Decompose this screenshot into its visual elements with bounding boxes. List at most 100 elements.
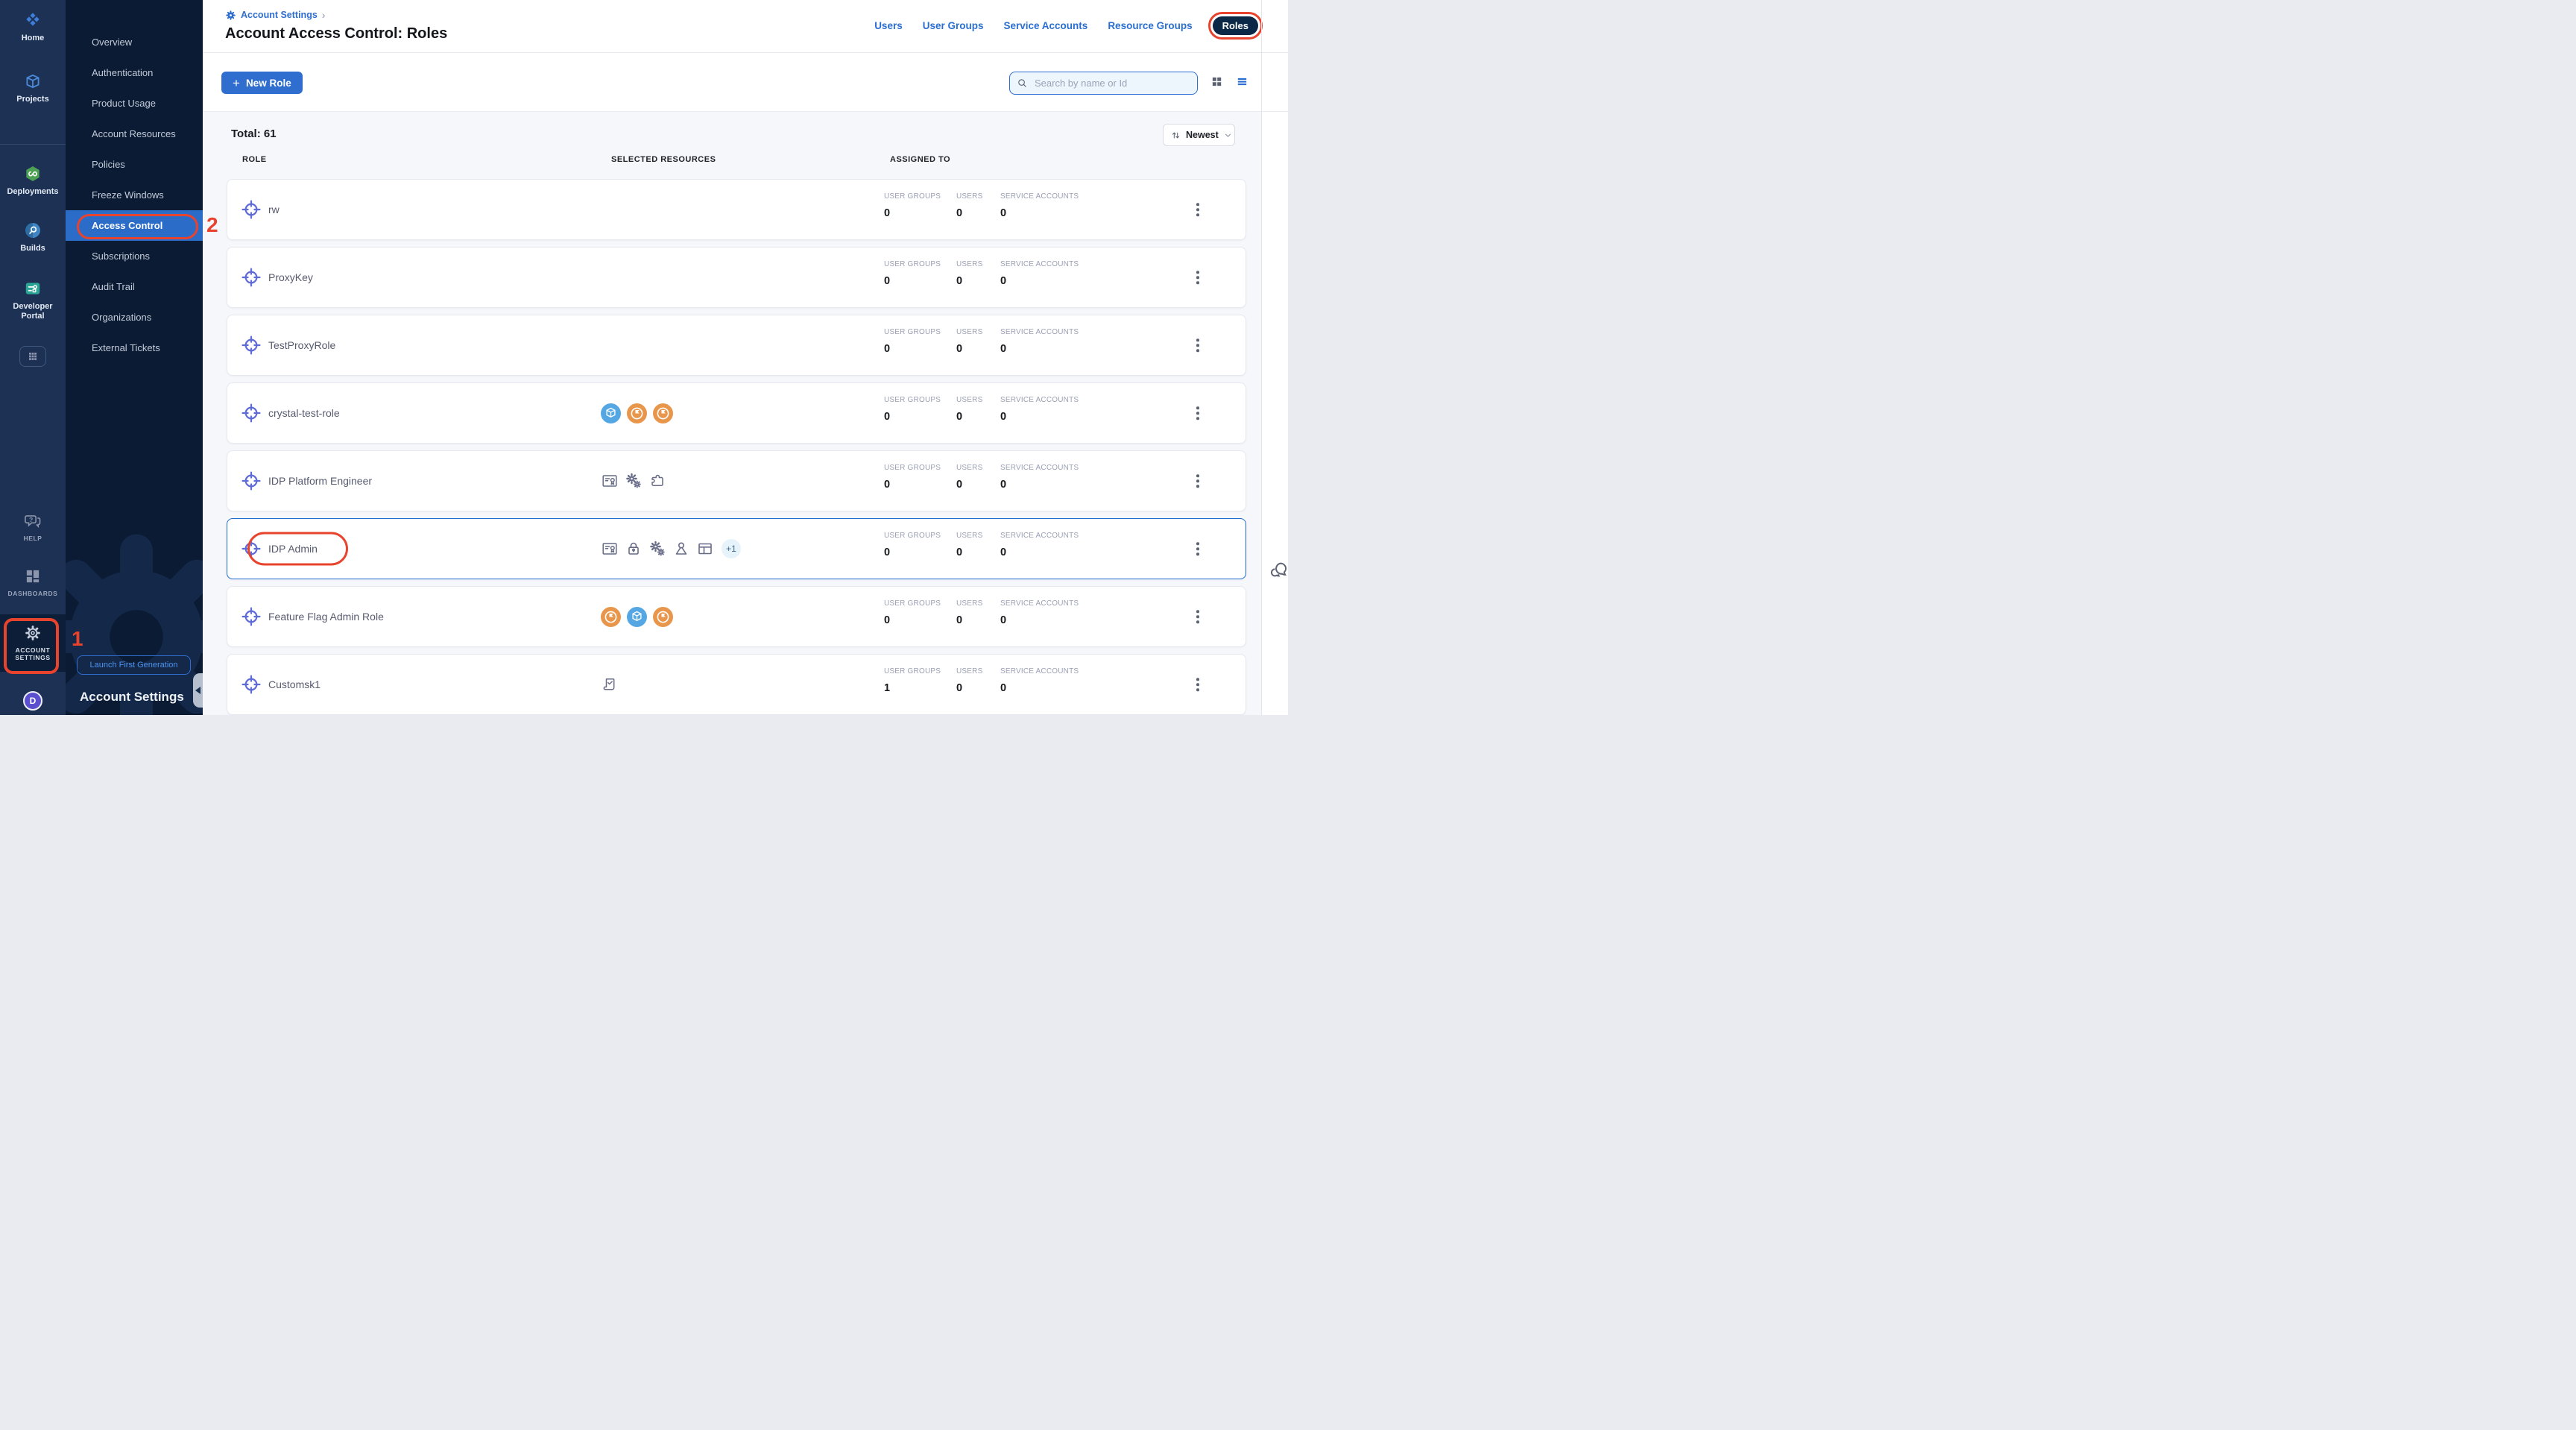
view-toggles <box>1210 75 1248 88</box>
launch-first-generation-button[interactable]: Launch First Generation <box>77 655 191 675</box>
assigned-count: 0 <box>1000 411 1079 423</box>
role-name-cell[interactable]: Customsk1 <box>241 655 321 714</box>
role-row-idp-platform-engineer[interactable]: IDP Platform Engineer USER GROUPS 0 USER… <box>227 450 1246 511</box>
role-name-cell[interactable]: ProxyKey <box>241 248 313 307</box>
row-menu-button[interactable] <box>1193 471 1202 491</box>
role-name-cell[interactable]: crystal-test-role <box>241 383 340 443</box>
toolbar: + New Role <box>203 53 1288 112</box>
total-count: Total: 61 <box>231 127 277 140</box>
column-header-selected-resources: SELECTED RESOURCES <box>611 155 716 164</box>
module-grid-button[interactable] <box>19 346 46 367</box>
new-role-label: New Role <box>246 78 291 89</box>
tab-roles-active[interactable]: Roles <box>1213 16 1258 35</box>
role-row-rw[interactable]: rw USER GROUPS 0 USERS 0 SERVICE ACCOUNT… <box>227 179 1246 240</box>
assigned-count: 0 <box>956 275 982 287</box>
row-menu-button[interactable] <box>1193 268 1202 287</box>
assigned-count: 0 <box>1000 614 1079 626</box>
role-icon <box>241 335 262 356</box>
sidebar-item-builds[interactable]: Builds <box>0 221 66 253</box>
role-row-feature-flag-admin-role[interactable]: Feature Flag Admin Role USER GROUPS 0 US… <box>227 586 1246 647</box>
menu-item-policies[interactable]: Policies <box>66 149 203 180</box>
sidebar-item-deployments[interactable]: Deployments <box>0 164 66 197</box>
sidebar-item-account-settings[interactable]: ACCOUNT SETTINGS <box>0 614 66 672</box>
projects-icon <box>23 72 42 91</box>
role-name-cell[interactable]: TestProxyRole <box>241 315 335 375</box>
sidebar-item-label: HELP <box>23 535 42 542</box>
assigned-count: 1 <box>884 682 941 694</box>
role-icon <box>241 470 262 491</box>
menu-item-account-resources[interactable]: Account Resources <box>66 119 203 149</box>
tab-resource-groups[interactable]: Resource Groups <box>1108 20 1192 31</box>
menu-item-audit-trail[interactable]: Audit Trail <box>66 271 203 302</box>
sidebar-item-home[interactable]: Home <box>0 10 66 43</box>
search-input[interactable] <box>1033 77 1190 89</box>
assigned-users: USERS 0 <box>956 667 982 694</box>
menu-item-freeze-windows[interactable]: Freeze Windows <box>66 180 203 210</box>
search-box[interactable] <box>1009 72 1198 95</box>
assigned-label: SERVICE ACCOUNTS <box>1000 192 1079 201</box>
list-view-button[interactable] <box>1236 75 1248 88</box>
menu-item-external-tickets[interactable]: External Tickets <box>66 333 203 363</box>
assigned-user-groups: USER GROUPS 0 <box>884 192 941 219</box>
assigned-label: USER GROUPS <box>884 667 941 675</box>
more-resources-badge[interactable]: +1 <box>722 539 741 558</box>
role-name-cell[interactable]: rw <box>241 180 280 239</box>
panel-title: Account Settings <box>80 690 184 705</box>
row-menu-button[interactable] <box>1193 539 1202 558</box>
sidebar-item-projects[interactable]: Projects <box>0 72 66 104</box>
assigned-label: USERS <box>956 192 982 201</box>
assigned-user-groups: USER GROUPS 0 <box>884 260 941 287</box>
new-role-button[interactable]: + New Role <box>221 72 303 94</box>
menu-item-authentication[interactable]: Authentication <box>66 57 203 88</box>
role-row-proxykey[interactable]: ProxyKey USER GROUPS 0 USERS 0 SERVICE A… <box>227 247 1246 308</box>
sort-dropdown[interactable]: Newest <box>1163 124 1235 146</box>
role-row-testproxyrole[interactable]: TestProxyRole USER GROUPS 0 USERS 0 SERV… <box>227 315 1246 376</box>
tab-user-groups[interactable]: User Groups <box>923 20 984 31</box>
role-name: rw <box>268 204 280 215</box>
row-menu-button[interactable] <box>1193 675 1202 694</box>
role-row-crystal-test-role[interactable]: crystal-test-role USER GROUPS 0 USERS 0 … <box>227 382 1246 444</box>
row-menu-button[interactable] <box>1193 607 1202 626</box>
menu-item-product-usage[interactable]: Product Usage <box>66 88 203 119</box>
role-name-cell[interactable]: IDP Admin <box>241 519 318 579</box>
row-menu-button[interactable] <box>1193 200 1202 219</box>
menu-item-overview[interactable]: Overview <box>66 27 203 57</box>
gears-icon <box>625 472 643 490</box>
plus-icon: + <box>233 77 240 89</box>
tab-service-accounts[interactable]: Service Accounts <box>1004 20 1088 31</box>
avatar[interactable]: D <box>23 691 42 711</box>
role-row-idp-admin[interactable]: IDP Admin +1 USER GROUPS 0 USERS 0 SERVI… <box>227 518 1246 579</box>
role-row-customsk1[interactable]: Customsk1 USER GROUPS 1 USERS 0 SERVICE … <box>227 654 1246 715</box>
menu-item-subscriptions[interactable]: Subscriptions <box>66 241 203 271</box>
row-menu-button[interactable] <box>1193 336 1202 355</box>
collapse-panel-button[interactable] <box>193 673 203 708</box>
tab-users[interactable]: Users <box>874 20 903 31</box>
assigned-count: 0 <box>956 411 982 423</box>
role-name-cell[interactable]: IDP Platform Engineer <box>241 451 372 511</box>
assigned-count: 0 <box>884 547 941 558</box>
row-menu-button[interactable] <box>1193 403 1202 423</box>
role-icon <box>241 403 262 423</box>
role-icon <box>241 267 262 288</box>
sidebar-item-developer-portal[interactable]: Developer Portal <box>0 279 66 321</box>
builds-icon <box>23 221 42 240</box>
assigned-count: 0 <box>884 614 941 626</box>
layout-icon <box>696 540 714 558</box>
menu-item-organizations[interactable]: Organizations <box>66 302 203 333</box>
assigned-label: USERS <box>956 667 982 675</box>
support-chat-icon[interactable] <box>1267 559 1288 582</box>
role-name-cell[interactable]: Feature Flag Admin Role <box>241 587 384 646</box>
assigned-service-accounts: SERVICE ACCOUNTS 0 <box>1000 667 1079 694</box>
certificate-icon <box>601 472 619 490</box>
cube-circle-icon <box>601 403 621 423</box>
breadcrumb-link-account-settings[interactable]: Account Settings <box>241 10 318 20</box>
gears-icon <box>648 540 666 558</box>
menu-item-access-control[interactable]: Access Control <box>66 210 203 241</box>
flag-circle-icon <box>653 607 673 627</box>
grid-view-button[interactable] <box>1210 75 1223 88</box>
assigned-user-groups: USER GROUPS 0 <box>884 396 941 423</box>
sidebar-item-help[interactable]: ?HELP <box>0 511 66 542</box>
sidebar-item-dashboards[interactable]: DASHBOARDS <box>0 567 66 597</box>
assigned-service-accounts: SERVICE ACCOUNTS 0 <box>1000 599 1079 626</box>
assigned-count: 0 <box>956 682 982 694</box>
